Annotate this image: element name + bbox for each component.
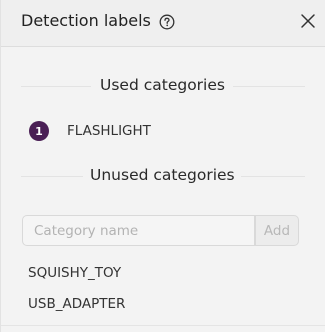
- divider-line: [1, 325, 325, 326]
- unused-category-item[interactable]: USB_ADAPTER: [28, 296, 125, 312]
- used-categories-heading: Used categories: [1, 76, 325, 98]
- detection-labels-panel: Detection labels Used categories 1 FLASH…: [0, 0, 325, 332]
- panel-header: Detection labels: [1, 0, 325, 47]
- panel-title: Detection labels: [21, 11, 151, 30]
- help-circle-icon[interactable]: [159, 14, 175, 30]
- count-badge: 1: [29, 121, 49, 141]
- category-name-input[interactable]: [22, 215, 255, 246]
- divider-line: [21, 176, 83, 177]
- close-icon[interactable]: [299, 12, 317, 30]
- used-categories-label: Used categories: [100, 76, 225, 94]
- divider-line: [241, 176, 305, 177]
- unused-categories-label: Unused categories: [90, 166, 235, 184]
- category-label: FLASHLIGHT: [67, 123, 151, 139]
- unused-categories-heading: Unused categories: [1, 166, 325, 188]
- divider-line: [21, 86, 91, 87]
- unused-category-item[interactable]: SQUISHY_TOY: [28, 265, 121, 281]
- add-category-button[interactable]: Add: [255, 215, 299, 246]
- divider-line: [233, 86, 305, 87]
